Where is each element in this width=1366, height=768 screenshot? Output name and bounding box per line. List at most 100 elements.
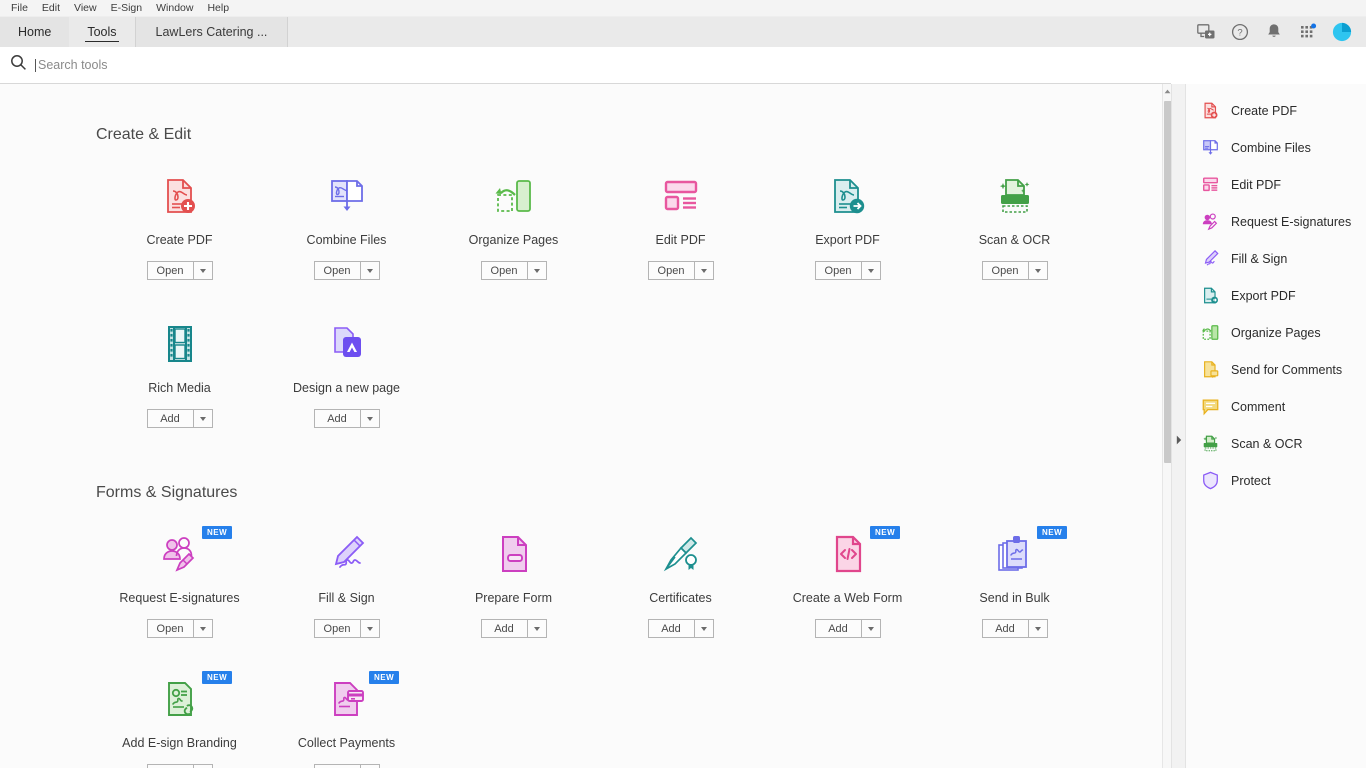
- menu-item-edit[interactable]: Edit: [35, 0, 67, 17]
- tool-card-create-web-form[interactable]: NEW Create a Web Form Add: [764, 524, 931, 638]
- rail-item-edit-pdf[interactable]: Edit PDF: [1186, 166, 1366, 203]
- chevron-down-icon[interactable]: [527, 619, 547, 638]
- tool-action-button[interactable]: Open: [146, 261, 194, 280]
- tool-action-button[interactable]: Add: [814, 619, 862, 638]
- tool-action-button[interactable]: Add: [146, 764, 194, 768]
- tool-card-scan-ocr[interactable]: Scan & OCR Open: [931, 166, 1098, 280]
- menu-item-file[interactable]: File: [4, 0, 35, 17]
- menu-item-esign[interactable]: E-Sign: [104, 0, 150, 17]
- help-circle-icon[interactable]: ?: [1230, 22, 1250, 42]
- tool-label: Edit PDF: [655, 233, 706, 247]
- tool-action-button[interactable]: Open: [313, 619, 361, 638]
- share-screen-icon[interactable]: [1196, 22, 1216, 42]
- rail-item-fill-sign[interactable]: Fill & Sign: [1186, 240, 1366, 277]
- chevron-down-icon[interactable]: [861, 619, 881, 638]
- tool-card-certificates[interactable]: Certificates Add: [597, 524, 764, 638]
- comment-icon: [1200, 397, 1220, 417]
- tool-action-group: Add: [814, 619, 881, 638]
- chevron-down-icon[interactable]: [1028, 261, 1048, 280]
- chevron-down-icon[interactable]: [193, 764, 213, 768]
- tool-label: Request E-signatures: [119, 591, 240, 605]
- chevron-down-icon[interactable]: [360, 409, 380, 428]
- tab-document[interactable]: LawLers Catering ...: [134, 17, 289, 47]
- chevron-down-icon[interactable]: [1028, 619, 1048, 638]
- chevron-down-icon[interactable]: [193, 619, 213, 638]
- menu-item-view[interactable]: View: [67, 0, 104, 17]
- tool-card-design-new-page[interactable]: Design a new page Add: [263, 314, 430, 428]
- tool-card-edit-pdf[interactable]: Edit PDF Open: [597, 166, 764, 280]
- rail-item-combine-files[interactable]: Combine Files: [1186, 129, 1366, 166]
- tool-card-fill-sign[interactable]: Fill & Sign Open: [263, 524, 430, 638]
- tool-action-button[interactable]: Add: [647, 619, 695, 638]
- tool-action-button[interactable]: Open: [814, 261, 862, 280]
- search-input[interactable]: Search tools: [38, 58, 107, 72]
- chevron-down-icon[interactable]: [193, 261, 213, 280]
- tool-action-button[interactable]: Add: [981, 619, 1029, 638]
- rail-item-organize-pages[interactable]: Organize Pages: [1186, 314, 1366, 351]
- prepare-form-icon: [490, 530, 538, 578]
- edit-pdf-icon: [657, 172, 705, 220]
- chevron-down-icon[interactable]: [360, 764, 380, 768]
- tool-card-combine-files[interactable]: Combine Files Open: [263, 166, 430, 280]
- user-avatar[interactable]: [1332, 22, 1352, 42]
- chevron-down-icon[interactable]: [527, 261, 547, 280]
- protect-shield-icon: [1200, 471, 1220, 491]
- main-body: Create & Edit Create PDF Open Combine Fi…: [0, 84, 1366, 768]
- request-esignatures-icon: [156, 530, 204, 578]
- rail-item-comment[interactable]: Comment: [1186, 388, 1366, 425]
- create-pdf-icon: [156, 172, 204, 220]
- tool-action-group: Open: [814, 261, 881, 280]
- panel-splitter[interactable]: [1171, 84, 1186, 768]
- chevron-down-icon[interactable]: [360, 619, 380, 638]
- rail-item-label: Send for Comments: [1231, 362, 1343, 377]
- tool-action-button[interactable]: Open: [981, 261, 1029, 280]
- new-badge: NEW: [202, 671, 233, 684]
- tool-action-button[interactable]: Add: [313, 764, 361, 768]
- tool-action-group: Open: [480, 261, 547, 280]
- tool-card-export-pdf[interactable]: Export PDF Open: [764, 166, 931, 280]
- organize-pages-icon: [1200, 323, 1220, 343]
- content-scrollbar[interactable]: [1162, 84, 1172, 768]
- tool-action-button[interactable]: Add: [146, 409, 194, 428]
- chevron-down-icon[interactable]: [694, 261, 714, 280]
- search-caret: [35, 58, 36, 72]
- tool-card-rich-media[interactable]: Rich Media Add: [96, 314, 263, 428]
- menu-item-window[interactable]: Window: [149, 0, 200, 17]
- app-grid-icon[interactable]: [1298, 22, 1318, 42]
- tool-action-button[interactable]: Open: [480, 261, 528, 280]
- menu-item-help[interactable]: Help: [200, 0, 236, 17]
- chevron-down-icon[interactable]: [861, 261, 881, 280]
- tab-tools[interactable]: Tools: [69, 17, 135, 47]
- tool-action-button[interactable]: Add: [480, 619, 528, 638]
- tool-card-add-esign-branding[interactable]: NEW Add E-sign Branding: [96, 669, 263, 768]
- rail-item-label: Request E-signatures: [1231, 214, 1352, 229]
- tool-action-button[interactable]: Open: [647, 261, 695, 280]
- chevron-down-icon[interactable]: [360, 261, 380, 280]
- tool-action-group: Add: [146, 409, 213, 428]
- collapse-panel-arrow-icon[interactable]: [1176, 432, 1182, 450]
- tools-content: Create & Edit Create PDF Open Combine Fi…: [0, 84, 1162, 768]
- tool-grid-create-edit: Create PDF Open Combine Files Open Organ…: [96, 166, 1162, 428]
- rail-item-protect[interactable]: Protect: [1186, 462, 1366, 499]
- rail-item-request-esignatures[interactable]: Request E-signatures: [1186, 203, 1366, 240]
- tool-label: Export PDF: [815, 233, 880, 247]
- tool-card-collect-payments[interactable]: NEW Collect Payments Add: [263, 669, 430, 768]
- tab-home[interactable]: Home: [0, 17, 70, 47]
- tool-card-create-pdf[interactable]: Create PDF Open: [96, 166, 263, 280]
- search-bar[interactable]: Search tools: [0, 47, 1171, 84]
- scan-ocr-icon: [1200, 434, 1220, 454]
- tool-card-prepare-form[interactable]: Prepare Form Add: [430, 524, 597, 638]
- chevron-down-icon[interactable]: [694, 619, 714, 638]
- chevron-down-icon[interactable]: [193, 409, 213, 428]
- rail-item-export-pdf[interactable]: Export PDF: [1186, 277, 1366, 314]
- tool-card-organize-pages[interactable]: Organize Pages Open: [430, 166, 597, 280]
- rail-item-send-for-comments[interactable]: Send for Comments: [1186, 351, 1366, 388]
- rail-item-create-pdf[interactable]: Create PDF: [1186, 92, 1366, 129]
- tool-card-request-esignatures[interactable]: NEW Request E-signatures Open: [96, 524, 263, 638]
- tool-action-button[interactable]: Open: [313, 261, 361, 280]
- tool-action-button[interactable]: Open: [146, 619, 194, 638]
- tool-card-send-in-bulk[interactable]: NEW Send in Bulk Add: [931, 524, 1098, 638]
- notification-bell-icon[interactable]: [1264, 22, 1284, 42]
- rail-item-scan-ocr[interactable]: Scan & OCR: [1186, 425, 1366, 462]
- tool-action-button[interactable]: Add: [313, 409, 361, 428]
